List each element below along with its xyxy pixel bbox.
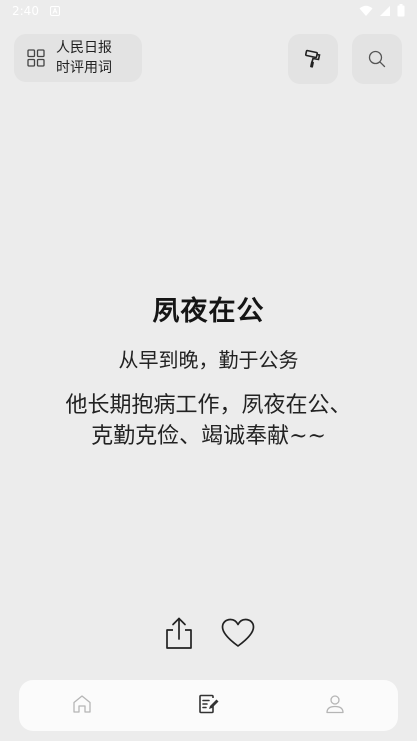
status-time: 2:40: [12, 4, 39, 18]
word-example: 他长期抱病工作，夙夜在公、 克勤克俭、竭诚奉献~~: [20, 390, 397, 452]
word-meaning: 从早到晚，勤于公务: [118, 348, 299, 372]
words-icon[interactable]: [196, 692, 220, 716]
notification-a-icon: [50, 6, 60, 16]
grid-icon: [27, 49, 45, 67]
example-line2: 克勤克俭、竭诚奉献~~: [91, 424, 326, 449]
search-icon: [368, 50, 386, 68]
heart-icon[interactable]: [221, 618, 255, 648]
theme-button[interactable]: [288, 34, 338, 84]
category-selector[interactable]: 人民日报 时评用词: [14, 34, 142, 82]
signal-icon: [380, 5, 390, 16]
category-line2: 时评用词: [56, 60, 112, 76]
profile-icon[interactable]: [323, 692, 347, 716]
status-icons: [359, 4, 405, 17]
bottom-nav: [19, 680, 398, 731]
home-icon[interactable]: [70, 692, 94, 716]
category-line1: 人民日报: [56, 40, 112, 56]
wifi-icon: [359, 5, 373, 16]
status-bar: 2:40: [0, 0, 417, 24]
battery-icon: [397, 4, 405, 17]
example-line1: 他长期抱病工作，夙夜在公、: [65, 393, 352, 418]
share-icon[interactable]: [164, 616, 194, 650]
paint-roller-icon: [304, 49, 321, 68]
word-title: 夙夜在公: [152, 296, 265, 327]
category-label: 人民日报 时评用词: [56, 38, 136, 78]
search-button[interactable]: [352, 34, 402, 84]
